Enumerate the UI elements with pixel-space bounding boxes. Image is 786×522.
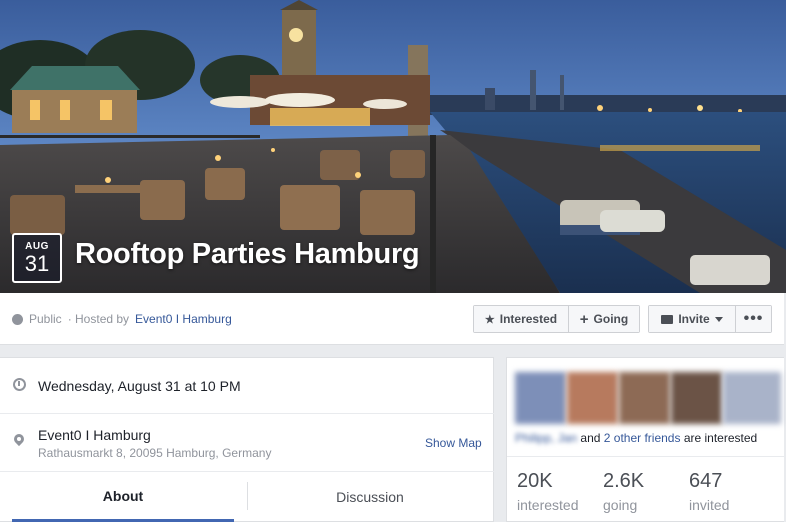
going-button[interactable]: + Going: [568, 306, 639, 332]
event-action-bar: Public · Hosted by Event0 I Hamburg ★ In…: [0, 293, 784, 345]
location-address: Rathausmarkt 8, 20095 Hamburg, Germany: [38, 446, 272, 460]
guest-summary-card: Philipp, Jan and 2 other friends are int…: [506, 357, 785, 522]
location-name[interactable]: Event0 I Hamburg: [38, 427, 151, 443]
map-pin-dot: [17, 437, 21, 441]
avatar[interactable]: [515, 372, 566, 424]
host-link[interactable]: Event0 I Hamburg: [135, 312, 232, 326]
avatar[interactable]: [671, 372, 722, 424]
envelope-icon: [661, 314, 674, 324]
interested-stat[interactable]: 20K interested: [517, 470, 578, 513]
event-location-row: Event0 I Hamburg Rathausmarkt 8, 20095 H…: [0, 414, 494, 472]
going-count: 2.6K: [603, 470, 645, 492]
interested-count: 20K: [517, 470, 553, 492]
invite-button[interactable]: Invite: [649, 306, 735, 332]
star-icon: ★: [484, 313, 495, 326]
hosted-by-prefix: · Hosted by: [67, 312, 130, 326]
avatar[interactable]: [723, 372, 781, 424]
clock-icon: [13, 378, 26, 391]
rsvp-button-group: ★ Interested + Going: [473, 305, 640, 333]
more-options-button[interactable]: •••: [735, 306, 771, 332]
friends-and: and: [580, 431, 601, 445]
show-map-link[interactable]: Show Map: [425, 436, 482, 450]
privacy-host-info: Public · Hosted by Event0 I Hamburg: [12, 312, 232, 326]
avatar[interactable]: [567, 372, 618, 424]
interested-stat-label: interested: [517, 497, 579, 513]
going-stat[interactable]: 2.6K going: [603, 470, 644, 513]
friends-suffix: are interested: [683, 431, 758, 445]
friend-names-blurred[interactable]: Philipp, Jan: [515, 431, 577, 445]
invite-label: Invite: [678, 312, 710, 326]
other-friends-link[interactable]: 2 other friends: [604, 431, 681, 445]
tab-discussion[interactable]: Discussion: [248, 472, 492, 522]
event-tabs: About Discussion: [0, 472, 494, 522]
invite-button-group: Invite •••: [648, 305, 772, 333]
friend-avatars: [515, 372, 782, 424]
invited-stat-label: invited: [689, 497, 730, 513]
invited-stat[interactable]: 647 invited: [689, 470, 729, 513]
friends-interested-text: Philipp, Jan and 2 other friends are int…: [515, 431, 757, 445]
visibility-label: Public: [29, 312, 62, 326]
event-datetime: Wednesday, August 31 at 10 PM: [38, 378, 241, 394]
avatar[interactable]: [619, 372, 670, 424]
going-label: Going: [593, 312, 629, 326]
plus-icon: +: [579, 310, 589, 328]
interested-label: Interested: [499, 312, 558, 326]
globe-icon: [12, 313, 23, 325]
cover-photo: AUG 31 Rooftop Parties Hamburg: [0, 0, 786, 293]
event-title: Rooftop Parties Hamburg: [75, 238, 420, 270]
tab-about[interactable]: About: [12, 472, 234, 522]
event-day: 31: [24, 251, 50, 276]
stats-divider: [507, 456, 785, 457]
event-date-badge: AUG 31: [12, 233, 62, 283]
invited-count: 647: [689, 470, 723, 492]
caret-down-icon: [714, 316, 723, 322]
going-stat-label: going: [603, 497, 638, 513]
interested-button[interactable]: ★ Interested: [474, 306, 568, 332]
event-datetime-row[interactable]: Wednesday, August 31 at 10 PM: [0, 358, 494, 414]
event-details-card: Wednesday, August 31 at 10 PM Event0 I H…: [0, 357, 494, 522]
